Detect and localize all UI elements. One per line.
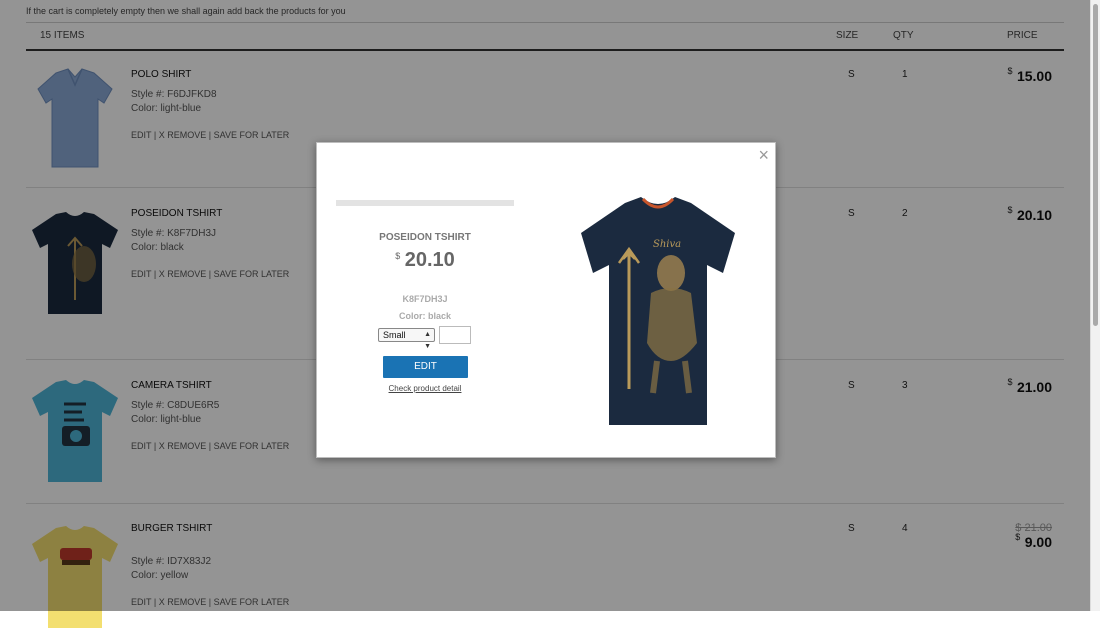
svg-text:Shiva: Shiva xyxy=(653,239,681,250)
select-arrows-icon: ▲ ▼ xyxy=(424,331,431,350)
modal-product-price: $ 20.10 xyxy=(336,249,514,272)
size-select[interactable]: Small ▲ ▼ xyxy=(378,328,435,350)
modal-product-name: POSEIDON TSHIRT xyxy=(379,232,471,243)
price-amount: 20.10 xyxy=(404,249,455,271)
scrollbar-thumb[interactable] xyxy=(1093,4,1098,326)
size-select-value: Small xyxy=(383,330,406,340)
check-product-detail-link[interactable]: Check product detail xyxy=(336,384,514,393)
close-icon[interactable]: × xyxy=(758,145,769,165)
modal-top-bar xyxy=(336,200,514,206)
modal-color: Color: black xyxy=(398,311,451,321)
poseidon-tshirt-large-image: Shiva xyxy=(581,197,735,425)
currency-symbol: $ xyxy=(395,251,401,261)
modal-style-number: K8F7DH3J xyxy=(402,294,448,304)
quantity-input[interactable] xyxy=(439,326,471,344)
modal-product-image: Shiva xyxy=(573,193,743,433)
page-scrollbar[interactable] xyxy=(1090,0,1100,611)
edit-button[interactable]: EDIT xyxy=(383,356,468,378)
edit-product-modal: × POSEIDON TSHIRT $ 20.10 K8F7DH3J Color… xyxy=(316,142,776,458)
